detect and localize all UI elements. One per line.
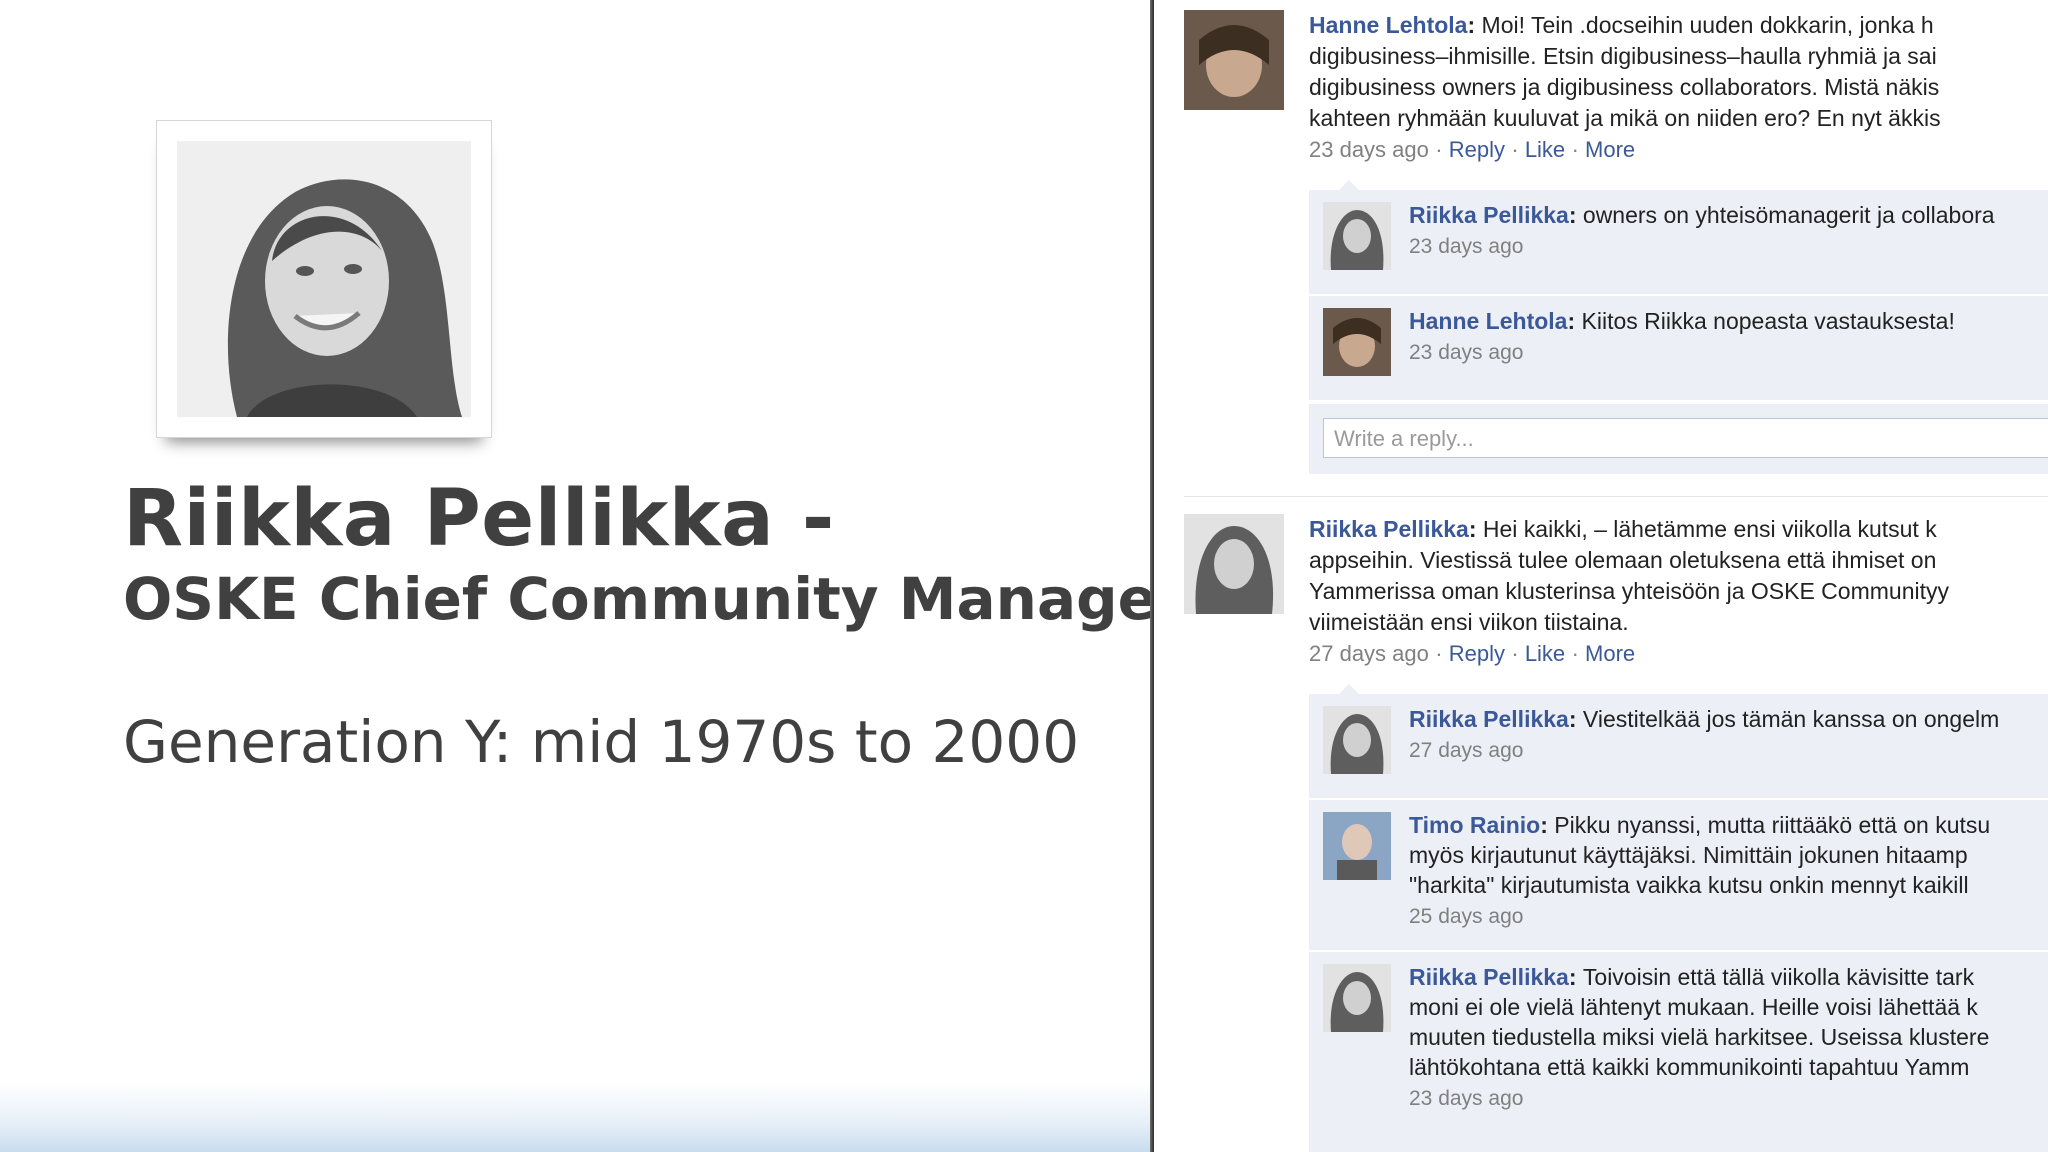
reply-author[interactable]: Riikka Pellikka — [1409, 964, 1569, 990]
avatar[interactable] — [1323, 706, 1391, 774]
post-text-line: digibusiness owners ja digibusiness coll… — [1309, 74, 1940, 100]
reply-link[interactable]: Reply — [1449, 641, 1505, 666]
avatar-photo — [1323, 706, 1391, 774]
speaker-name: Riikka Pellikka - — [123, 474, 835, 564]
avatar[interactable] — [1184, 514, 1284, 614]
reply-text-line: myös kirjautunut käyttäjäksi. Nimittäin … — [1409, 842, 1968, 868]
reply-notch — [1339, 684, 1359, 694]
avatar-photo — [1323, 308, 1391, 376]
slide-panel: Riikka Pellikka - OSKE Chief Community M… — [0, 0, 1186, 1152]
reply-link[interactable]: Reply — [1449, 137, 1505, 162]
meta-dot: · — [1435, 137, 1449, 162]
reply-item: Riikka Pellikka: owners on yhteisömanage… — [1309, 190, 2048, 296]
reply-author[interactable]: Riikka Pellikka — [1409, 202, 1569, 228]
reply-item: Hanne Lehtola: Kiitos Riikka nopeasta va… — [1309, 296, 2048, 402]
reply-text-line: owners on yhteisömanagerit ja collabora — [1582, 202, 1995, 228]
reply-text-line: lähtökohtana että kaikki kommunikointi t… — [1409, 1054, 1970, 1080]
reply-body: Hanne Lehtola: Kiitos Riikka nopeasta va… — [1409, 306, 2048, 368]
post-text-line: viimeistään ensi viikon tiistaina. — [1309, 609, 1629, 635]
reply-text-line: Toivoisin että tällä viikolla kävisitte … — [1582, 964, 1975, 990]
reply-body: Riikka Pellikka: owners on yhteisömanage… — [1409, 200, 2048, 262]
meta-dot: · — [1511, 641, 1525, 666]
post-author[interactable]: Hanne Lehtola — [1309, 12, 1467, 38]
reply-body: Riikka Pellikka: Viestitelkää jos tämän … — [1409, 704, 2048, 766]
post-timestamp: 27 days ago — [1309, 641, 1429, 666]
reply-text-line: muuten tiedustella miksi vielä harkitsee… — [1409, 1024, 1990, 1050]
profile-photo-frame — [156, 120, 492, 438]
post-author[interactable]: Riikka Pellikka — [1309, 516, 1469, 542]
avatar-photo — [1323, 202, 1391, 270]
meta-dot: · — [1511, 137, 1525, 162]
avatar[interactable] — [1323, 964, 1391, 1032]
post-text-line: digibusiness–ihmisille. Etsin digibusine… — [1309, 43, 1937, 69]
reply-text-line: moni ei ole vielä lähtenyt mukaan. Heill… — [1409, 994, 1978, 1020]
post-text-line: Moi! Tein .docseihin uuden dokkarin, jon… — [1481, 12, 1934, 38]
avatar[interactable] — [1323, 308, 1391, 376]
author-separator: : — [1568, 202, 1583, 228]
meta-dot: · — [1571, 137, 1586, 162]
reply-timestamp: 27 days ago — [1409, 739, 1524, 762]
meta-dot: · — [1571, 641, 1586, 666]
write-reply-area: Write a reply... — [1309, 404, 2048, 474]
author-separator: : — [1567, 308, 1582, 334]
post-body: Riikka Pellikka: Hei kaikki, – lähetämme… — [1309, 514, 2048, 669]
post-body: Hanne Lehtola: Moi! Tein .docseihin uude… — [1309, 10, 2048, 165]
reply-author[interactable]: Hanne Lehtola — [1409, 308, 1567, 334]
like-link[interactable]: Like — [1525, 641, 1565, 666]
avatar-photo — [1323, 812, 1391, 880]
bottom-gradient-band — [0, 1082, 1150, 1152]
meta-dot: · — [1435, 641, 1449, 666]
generation-caption: Generation Y: mid 1970s to 2000 — [123, 708, 1080, 776]
reply-body: Timo Rainio: Pikku nyanssi, mutta riittä… — [1409, 810, 2048, 932]
avatar[interactable] — [1184, 10, 1284, 110]
author-separator: : — [1540, 812, 1555, 838]
more-link[interactable]: More — [1585, 137, 1635, 162]
reply-author[interactable]: Timo Rainio — [1409, 812, 1540, 838]
avatar-photo — [1184, 10, 1284, 110]
reply-text-line: Viestitelkää jos tämän kanssa on ongelm — [1582, 706, 2000, 732]
reply-text-line: "harkita" kirjautumista vaikka kutsu onk… — [1409, 872, 1969, 898]
author-separator: : — [1568, 706, 1583, 732]
more-link[interactable]: More — [1585, 641, 1635, 666]
post-timestamp: 23 days ago — [1309, 137, 1429, 162]
reply-timestamp: 23 days ago — [1409, 235, 1524, 258]
portrait-illustration — [177, 141, 471, 417]
reply-text-line: Pikku nyanssi, mutta riittääkö että on k… — [1554, 812, 1991, 838]
post-text-line: Yammerissa oman klusterinsa yhteisöön ja… — [1309, 578, 1949, 604]
profile-photo — [177, 141, 471, 417]
reply-timestamp: 25 days ago — [1409, 905, 1524, 928]
reply-item: Riikka Pellikka: Toivoisin että tällä vi… — [1309, 952, 2048, 1152]
reply-timestamp: 23 days ago — [1409, 341, 1524, 364]
reply-text-line: Kiitos Riikka nopeasta vastauksesta! — [1581, 308, 1955, 334]
reply-notch — [1339, 180, 1359, 190]
avatar[interactable] — [1323, 202, 1391, 270]
reply-timestamp: 23 days ago — [1409, 1087, 1524, 1110]
write-reply-input[interactable]: Write a reply... — [1323, 418, 2048, 458]
author-separator: : — [1568, 964, 1583, 990]
reply-body: Riikka Pellikka: Toivoisin että tällä vi… — [1409, 962, 2048, 1114]
post-text-line: appseihin. Viestissä tulee olemaan oletu… — [1309, 547, 1937, 573]
speaker-role: OSKE Chief Community Manager — [123, 565, 1186, 633]
author-separator: : — [1467, 12, 1476, 38]
reply-author[interactable]: Riikka Pellikka — [1409, 706, 1569, 732]
post-text-line: Hei kaikki, – lähetämme ensi viikolla ku… — [1482, 516, 1937, 542]
avatar[interactable] — [1323, 812, 1391, 880]
post-text-line: kahteen ryhmään kuuluvat ja mikä on niid… — [1309, 105, 1941, 131]
avatar-photo — [1184, 514, 1284, 614]
author-separator: : — [1468, 516, 1477, 542]
post-separator — [1184, 496, 2048, 497]
reply-item: Riikka Pellikka: Viestitelkää jos tämän … — [1309, 694, 2048, 800]
reply-item: Timo Rainio: Pikku nyanssi, mutta riittä… — [1309, 800, 2048, 952]
discussion-thread-panel: Hanne Lehtola: Moi! Tein .docseihin uude… — [1154, 0, 2048, 1152]
like-link[interactable]: Like — [1525, 137, 1565, 162]
avatar-photo — [1323, 964, 1391, 1032]
